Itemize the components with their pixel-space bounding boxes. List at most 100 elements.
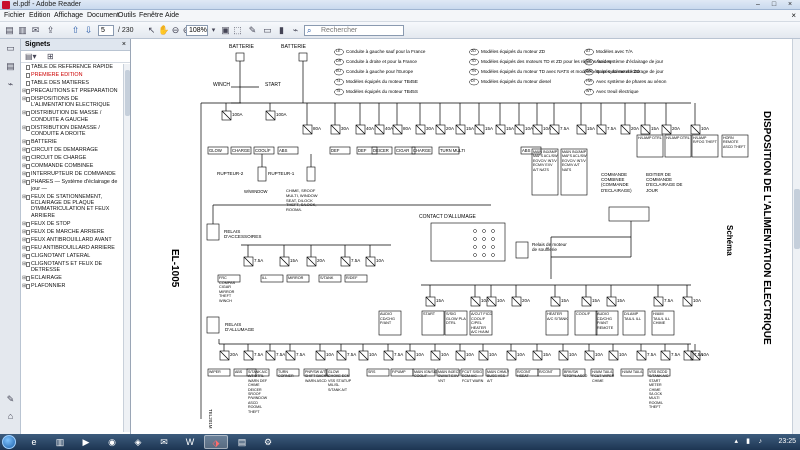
fuse-label: 10A bbox=[701, 352, 710, 357]
network-icon[interactable]: ▮ bbox=[746, 434, 750, 450]
start-button[interactable] bbox=[2, 435, 16, 449]
bookmark-item[interactable]: ⊞ PHARES — Système d'éclairage de jour — bbox=[21, 179, 124, 192]
relay-label: RELAIS D'ACCESSOIRES bbox=[224, 229, 262, 240]
bookmark-item[interactable]: ⊞ FEUX DE STOP bbox=[21, 221, 124, 227]
next-page-icon[interactable]: ⇩ bbox=[83, 25, 94, 36]
attachments-panel-icon[interactable]: ⌁ bbox=[5, 79, 16, 90]
legend-text: Modèles équipés du moteur ZD bbox=[481, 49, 546, 54]
bookmark-item[interactable]: ⊞ CLIGNOTANT LATERAL bbox=[21, 253, 124, 259]
bookmark-label: PHARES — Système d'éclairage de jour — bbox=[31, 179, 118, 192]
zoom-input[interactable]: 108% bbox=[186, 25, 208, 36]
ie-taskbar-icon[interactable]: e bbox=[22, 435, 46, 449]
fuse-label: 30A bbox=[426, 126, 435, 131]
highlight-icon[interactable]: ▮ bbox=[276, 25, 287, 36]
pages-panel-icon[interactable]: ▭ bbox=[5, 43, 16, 54]
fuse-label: 7.5A bbox=[296, 352, 306, 357]
sign-icon[interactable]: ✎ bbox=[247, 25, 258, 36]
fit-page-icon[interactable]: ▣ bbox=[220, 25, 231, 36]
word-taskbar-icon[interactable]: W bbox=[178, 435, 202, 449]
tray-arrow-icon[interactable]: ▴ bbox=[734, 434, 738, 450]
attach-icon[interactable]: ⌁ bbox=[290, 25, 301, 36]
bookmark-item[interactable]: TABLE DE REFERENCE RAPIDE bbox=[21, 64, 124, 70]
bookmark-item[interactable]: ⊞ DISTRIBUTION DE MASSE / CONDUITE A GAUC… bbox=[21, 110, 124, 123]
bookmark-item[interactable]: TABLE DES MATIERES bbox=[21, 80, 124, 86]
circuit-label: COOL/F bbox=[255, 148, 271, 153]
explorer-taskbar-icon[interactable]: ▥ bbox=[48, 435, 72, 449]
menu-aide[interactable]: Aide bbox=[165, 10, 179, 22]
comments-panel-icon[interactable]: ✎ bbox=[5, 394, 16, 405]
mail-taskbar-icon[interactable]: ✉ bbox=[152, 435, 176, 449]
document-scrollbar[interactable] bbox=[792, 39, 800, 434]
bookmark-item[interactable]: ⊞ ECLAIRAGE bbox=[21, 275, 124, 282]
volume-icon[interactable]: ♪ bbox=[759, 434, 763, 450]
fuse-label: 7.5A bbox=[607, 126, 617, 131]
bookmark-item[interactable]: ⊞ CIRCUIT DE DEMARRAGE bbox=[21, 147, 124, 154]
bookmarks-panel-icon[interactable]: ▤ bbox=[5, 61, 16, 72]
menu-document[interactable]: Document bbox=[87, 10, 119, 22]
email-icon[interactable]: ✉ bbox=[30, 25, 41, 36]
bookmark-icon bbox=[26, 245, 30, 251]
bookmark-options-icon[interactable]: ▤▾ bbox=[25, 52, 37, 61]
bookmark-item[interactable]: ⊞ PRECAUTIONS ET PREPARATION bbox=[21, 88, 124, 94]
bookmarks-list: TABLE DE REFERENCE RAPIDE PREMIERE EDITIO… bbox=[21, 64, 124, 432]
open-icon[interactable]: ▤ bbox=[4, 25, 15, 36]
bookmark-item[interactable]: ⊞ COMMANDE COMBINEE bbox=[21, 163, 124, 170]
bookmark-item[interactable]: ⊞ BATTERIE bbox=[21, 139, 124, 146]
circuit-label: A/CUT FICD COOL/F C/PEL HEATER A/C H/AIM bbox=[471, 312, 493, 335]
media-taskbar-icon[interactable]: ▶ bbox=[74, 435, 98, 449]
close-window-button[interactable]: × bbox=[782, 0, 798, 10]
search-input[interactable]: ⌕ Rechercher bbox=[304, 25, 404, 36]
menu-edition[interactable]: Edition bbox=[29, 10, 50, 22]
circuit-label: START bbox=[423, 312, 436, 316]
menu-fenetre[interactable]: Fenêtre bbox=[139, 10, 163, 22]
settings-taskbar-icon[interactable]: ⚙ bbox=[256, 435, 280, 449]
menu-outils[interactable]: Outils bbox=[118, 10, 136, 22]
circuit-label: ABS bbox=[522, 148, 531, 153]
zoom-out-icon[interactable]: ⊖ bbox=[170, 25, 181, 36]
menu-fichier[interactable]: Fichier bbox=[4, 10, 25, 22]
zoom-dropdown-icon[interactable]: ▾ bbox=[208, 25, 219, 36]
fuse-label: 15A bbox=[617, 298, 626, 303]
comment-icon[interactable]: ▭ bbox=[262, 25, 273, 36]
bookmark-item[interactable]: ⊞ FEU ANTIBROUILLARD ARRIERE bbox=[21, 245, 124, 251]
expand-bookmark-icon[interactable]: ⊞ bbox=[47, 52, 54, 61]
bookmark-item[interactable]: ⊞ FEUX DE STATIONNEMENT, ECLAIRAGE DE PLA… bbox=[21, 194, 124, 220]
bookmark-item[interactable]: ⊞ DISTRIBUTION DEMASSE / CONDUITE A DROIT… bbox=[21, 125, 124, 138]
bookmark-item[interactable]: ⊞ DISPOSITIONS DE L'ALIMENTATION ELECTRIQ… bbox=[21, 96, 124, 109]
minimize-button[interactable]: – bbox=[750, 0, 766, 10]
fit-width-icon[interactable]: ⬚ bbox=[232, 25, 243, 36]
circuit-label: F/PUMP bbox=[392, 370, 406, 374]
circuit-label: MAIN CHMLY BUSS VSS A/T bbox=[487, 370, 510, 383]
bookmark-item[interactable]: ⊞ CLIGNOTANTS ET FEUX DE DETRESSE bbox=[21, 261, 124, 274]
page-number-input[interactable]: 5 bbox=[98, 25, 114, 36]
fuse-label: 7.5A bbox=[560, 126, 570, 131]
folder-taskbar-icon[interactable]: ▤ bbox=[230, 435, 254, 449]
previous-page-icon[interactable]: ⇧ bbox=[70, 25, 81, 36]
clock[interactable]: 23:25 bbox=[778, 434, 796, 450]
share-icon[interactable]: ⇪ bbox=[45, 25, 56, 36]
fuse-label: 15A bbox=[436, 298, 445, 303]
bookmarks-scrollbar[interactable] bbox=[123, 64, 130, 432]
legend-text: Avec système d'éclairage de jour bbox=[596, 59, 664, 64]
bookmark-item[interactable]: PREMIERE EDITION bbox=[21, 72, 124, 78]
bookmark-item[interactable]: ⊞ PLAFONNIER bbox=[21, 283, 124, 290]
menu-affichage[interactable]: Affichage bbox=[54, 10, 83, 22]
legend-code: T4 bbox=[336, 79, 341, 83]
select-tool-icon[interactable]: ↖ bbox=[146, 25, 157, 36]
bookmark-item[interactable]: ⊞ INTERRUPTEUR DE COMMANDE bbox=[21, 171, 124, 178]
app-taskbar-icon[interactable]: ◈ bbox=[126, 435, 150, 449]
chrome-taskbar-icon[interactable]: ◉ bbox=[100, 435, 124, 449]
maximize-button[interactable]: □ bbox=[766, 0, 782, 10]
bookmark-item[interactable]: ⊞ CIRCUIT DE CHARGE bbox=[21, 155, 124, 162]
attach-panel-icon[interactable]: ⌂ bbox=[5, 411, 16, 422]
print-icon[interactable]: ▥ bbox=[17, 25, 28, 36]
fuse-label: 7.5A bbox=[254, 258, 264, 263]
close-bookmarks-icon[interactable]: × bbox=[122, 39, 126, 51]
bookmark-item[interactable]: ⊞ FEUX ANTIBROUILLARD AVANT bbox=[21, 237, 124, 243]
adobe-reader-taskbar-icon[interactable]: ⬗ bbox=[204, 435, 228, 449]
bookmark-label: DISTRIBUTION DEMASSE / CONDUITE A DROITE bbox=[31, 124, 100, 138]
close-document-icon[interactable]: × bbox=[791, 10, 796, 22]
circuit-label: TURN MULTI bbox=[440, 148, 466, 153]
hand-tool-icon[interactable]: ✋ bbox=[158, 25, 169, 36]
bookmark-item[interactable]: ⊞ FEUX DE MARCHE ARRIERE bbox=[21, 229, 124, 235]
